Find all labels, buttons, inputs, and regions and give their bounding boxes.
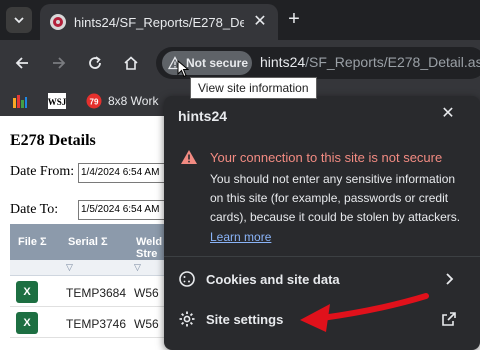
date-from-label: Date From: — [10, 164, 75, 179]
arrow-right-icon — [53, 57, 66, 69]
table-row[interactable]: X TEMP3746 W56 — [10, 308, 180, 338]
reload-icon — [89, 56, 101, 69]
svg-text:WSJ: WSJ — [48, 97, 66, 107]
wsj-favicon-icon: WSJ — [48, 93, 66, 109]
url-path: /SF_Reports/E278_Detail.aspx — [305, 54, 480, 70]
cookies-label: Cookies and site data — [206, 272, 340, 287]
date-from-input[interactable]: 1/4/2024 6:54 AM — [78, 163, 178, 183]
divider — [164, 256, 480, 257]
grid-filter-row: ▽ ▽ — [10, 260, 180, 276]
url-text[interactable]: hints24/SF_Reports/E278_Detail.aspx — [260, 54, 480, 70]
bookmark-8x8-work[interactable]: 79 8x8 Work — [86, 92, 158, 110]
close-icon[interactable]: ✕ — [438, 104, 458, 124]
date-to-input[interactable]: 1/5/2024 6:54 AM — [78, 200, 178, 220]
mouse-cursor-icon — [177, 60, 189, 78]
column-header-serial[interactable]: Serial Σ — [68, 236, 108, 248]
warning-title: Your connection to this site is not secu… — [210, 150, 443, 165]
popup-host: hints24 — [178, 108, 228, 124]
reload-button[interactable] — [83, 51, 107, 75]
cookie-icon — [179, 271, 195, 287]
url-host: hints24 — [260, 54, 306, 70]
table-row[interactable]: X TEMP3684 W56 — [10, 277, 180, 307]
bookmark-2[interactable]: WSJ — [48, 92, 66, 110]
site-settings-label: Site settings — [206, 312, 284, 327]
chevron-down-icon — [14, 17, 24, 24]
bookmark-1[interactable] — [12, 92, 28, 110]
warning-body: You should not enter any sensitive infor… — [210, 172, 461, 224]
gear-icon — [179, 311, 195, 327]
forward-button[interactable] — [47, 51, 71, 75]
warning-triangle-icon — [181, 150, 197, 164]
svg-text:79: 79 — [90, 98, 99, 107]
not-secure-label: Not secure — [186, 56, 249, 70]
close-tab-icon[interactable]: ✕ — [250, 12, 270, 32]
grid-header: File Σ Serial Σ Weld Stre — [10, 224, 180, 260]
back-button[interactable] — [10, 51, 34, 75]
site-info-button[interactable]: Not secure — [162, 51, 252, 75]
site-info-tooltip: View site information — [190, 77, 317, 99]
learn-more-link[interactable]: Learn more — [210, 230, 271, 244]
tab-search-button[interactable] — [6, 7, 32, 33]
cookies-and-site-data-row[interactable]: Cookies and site data — [164, 262, 480, 296]
filter-icon[interactable]: ▽ — [66, 262, 73, 273]
row-weld: W56 — [134, 317, 159, 331]
page-title: E278 Details — [10, 132, 96, 149]
browser-tab[interactable]: hints24/SF_Reports/E278_Detail ✕ — [40, 4, 278, 40]
excel-file-icon[interactable]: X — [16, 312, 38, 334]
site-settings-row[interactable]: Site settings — [164, 302, 480, 336]
external-link-icon — [442, 312, 456, 326]
address-bar[interactable]: Not secure hints24/SF_Reports/E278_Detai… — [156, 47, 480, 79]
site-info-popup: hints24 ✕ Your connection to this site i… — [164, 96, 480, 350]
excel-file-icon[interactable]: X — [16, 281, 38, 303]
bar-chart-favicon-icon — [13, 95, 27, 108]
home-icon — [124, 56, 138, 70]
row-weld: W56 — [134, 286, 159, 300]
tab-title: hints24/SF_Reports/E278_Detail — [74, 14, 244, 30]
filter-icon[interactable]: ▽ — [134, 262, 141, 273]
date-to-label: Date To: — [10, 202, 59, 217]
arrow-left-icon — [15, 57, 28, 69]
new-tab-button[interactable]: + — [284, 9, 304, 29]
column-header-file[interactable]: File Σ — [18, 236, 47, 248]
row-serial: TEMP3746 — [66, 317, 127, 331]
home-button[interactable] — [119, 51, 143, 75]
bookmark-label: 8x8 Work — [108, 94, 159, 108]
chevron-right-icon — [446, 273, 454, 285]
8x8-favicon-icon: 79 — [86, 93, 102, 109]
site-favicon-icon — [50, 14, 66, 30]
row-serial: TEMP3684 — [66, 286, 127, 300]
tab-strip: hints24/SF_Reports/E278_Detail ✕ + — [0, 0, 480, 40]
